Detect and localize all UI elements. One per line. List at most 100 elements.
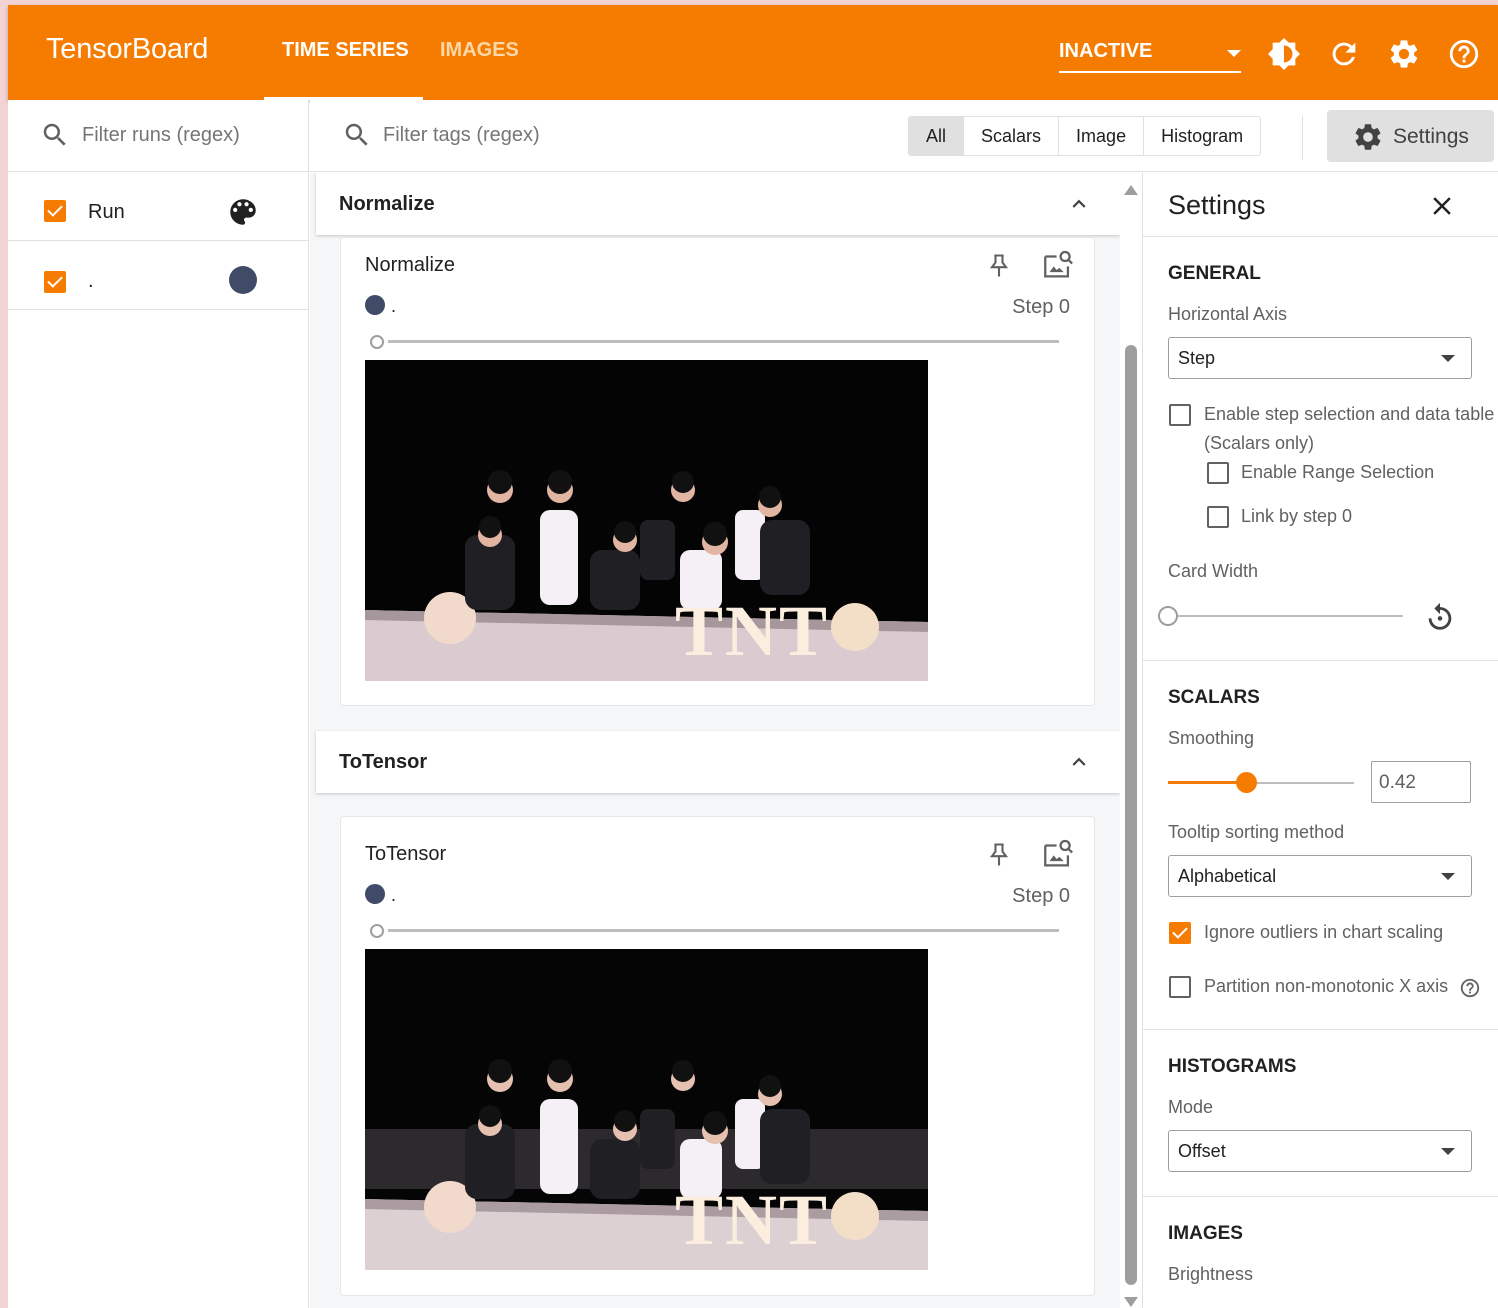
- close-icon[interactable]: [1427, 191, 1457, 221]
- tab-time-series[interactable]: TIME SERIES: [282, 39, 409, 62]
- scroll-down-arrow-icon[interactable]: [1124, 1297, 1138, 1307]
- run-color-dot: [365, 884, 385, 904]
- pin-icon[interactable]: [985, 841, 1013, 869]
- settings-toggle-button[interactable]: Settings: [1327, 110, 1494, 162]
- smoothing-slider-thumb[interactable]: [1236, 772, 1257, 793]
- image-card-totensor: ToTensor . Step 0 TNT: [340, 816, 1095, 1296]
- help-icon[interactable]: [1447, 37, 1481, 71]
- brightness-label: Brightness: [1168, 1264, 1254, 1284]
- histogram-mode-label: Mode: [1168, 1097, 1214, 1117]
- group-header-normalize[interactable]: Normalize: [316, 173, 1120, 235]
- chevron-up-icon[interactable]: [1066, 749, 1092, 775]
- type-filter-histogram[interactable]: Histogram: [1143, 117, 1261, 155]
- refresh-icon[interactable]: [1327, 37, 1361, 71]
- card-title: Normalize: [365, 254, 456, 276]
- tags-filter-input[interactable]: Filter tags (regex): [383, 124, 540, 147]
- divider: [1143, 1029, 1498, 1030]
- link-by-step-label: Link by step 0: [1241, 506, 1353, 526]
- enable-step-selection-checkbox[interactable]: [1169, 404, 1191, 426]
- enable-range-selection-checkbox[interactable]: [1207, 462, 1229, 484]
- step-slider-track[interactable]: [388, 929, 1059, 932]
- runs-panel: Filter runs (regex) Run .: [8, 100, 309, 1308]
- pin-icon[interactable]: [985, 252, 1013, 280]
- run-name: .: [88, 270, 94, 292]
- tags-toolbar: Filter tags (regex) All Scalars Image Hi…: [310, 100, 1498, 172]
- histogram-mode-value: Offset: [1178, 1141, 1226, 1161]
- reset-icon[interactable]: [1423, 600, 1457, 634]
- palette-icon[interactable]: [226, 195, 260, 229]
- step-slider-thumb[interactable]: [370, 924, 384, 938]
- image-fullscreen-icon[interactable]: [1041, 248, 1075, 282]
- image-fullscreen-icon[interactable]: [1041, 837, 1075, 871]
- help-circle-icon[interactable]: [1459, 977, 1481, 999]
- brightness-icon[interactable]: [1267, 37, 1301, 71]
- scrollbar-thumb[interactable]: [1125, 345, 1137, 1285]
- run-color-swatch[interactable]: [229, 266, 257, 294]
- chevron-down-icon: [1441, 355, 1455, 362]
- partition-x-axis-checkbox[interactable]: [1169, 976, 1191, 998]
- chevron-down-icon: [1441, 1148, 1455, 1155]
- type-filter-scalars[interactable]: Scalars: [963, 117, 1059, 155]
- group-photo-image: TNT: [365, 949, 928, 1270]
- type-filter-image[interactable]: Image: [1058, 117, 1144, 155]
- gear-icon: [1355, 124, 1381, 150]
- card-width-slider-thumb[interactable]: [1158, 606, 1178, 626]
- chevron-up-icon[interactable]: [1066, 191, 1092, 217]
- group-title: Normalize: [339, 193, 435, 215]
- enable-step-selection-line2: (Scalars only): [1204, 433, 1315, 453]
- search-icon: [345, 123, 368, 146]
- run-color-dot: [365, 295, 385, 315]
- runs-filter-input[interactable]: Filter runs (regex): [82, 124, 240, 147]
- group-title: ToTensor: [339, 751, 428, 773]
- link-by-step-checkbox[interactable]: [1207, 506, 1229, 528]
- enable-range-selection-label: Enable Range Selection: [1241, 462, 1435, 482]
- tab-images[interactable]: IMAGES: [440, 39, 519, 62]
- select-all-runs-checkbox[interactable]: [44, 200, 66, 222]
- brand-title: TensorBoard: [46, 33, 209, 65]
- step-slider-thumb[interactable]: [370, 335, 384, 349]
- card-width-label: Card Width: [1168, 561, 1259, 581]
- chevron-down-icon: [1227, 50, 1241, 57]
- run-checkbox[interactable]: [44, 271, 66, 293]
- smoothing-label: Smoothing: [1168, 728, 1255, 748]
- horizontal-axis-label: Horizontal Axis: [1168, 304, 1288, 324]
- group-photo-image: TNT: [365, 360, 928, 681]
- main-cards-area: Normalize Normalize . Step 0 TNT ToTenso…: [310, 173, 1120, 1308]
- plugin-type-toggle: All Scalars Image Histogram: [908, 116, 1262, 156]
- runs-filter[interactable]: Filter runs (regex): [8, 100, 308, 172]
- runs-header-row: Run: [8, 173, 308, 241]
- settings-title: Settings: [1168, 190, 1266, 220]
- reload-status-select[interactable]: INACTIVE: [1059, 35, 1241, 73]
- smoothing-slider-track[interactable]: [1246, 782, 1354, 784]
- scroll-up-arrow-icon[interactable]: [1124, 185, 1138, 195]
- window-frame-left: [0, 0, 8, 1308]
- settings-gear-icon[interactable]: [1387, 37, 1421, 71]
- tooltip-sort-select[interactable]: Alphabetical: [1168, 855, 1472, 897]
- images-heading: IMAGES: [1168, 1223, 1243, 1244]
- histograms-heading: HISTOGRAMS: [1168, 1056, 1297, 1077]
- tooltip-sort-value: Alphabetical: [1178, 866, 1277, 886]
- divider: [1143, 236, 1498, 237]
- general-heading: GENERAL: [1168, 263, 1261, 284]
- group-header-totensor[interactable]: ToTensor: [316, 731, 1120, 793]
- horizontal-axis-select[interactable]: Step: [1168, 337, 1472, 379]
- toolbar-divider: [1302, 116, 1303, 160]
- svg-text:TNT: TNT: [675, 591, 829, 671]
- smoothing-value: 0.42: [1379, 772, 1416, 793]
- smoothing-slider-active-track[interactable]: [1168, 781, 1246, 784]
- top-app-bar: TensorBoard TIME SERIES IMAGES INACTIVE: [8, 5, 1498, 100]
- step-slider-track[interactable]: [388, 340, 1059, 343]
- histogram-mode-select[interactable]: Offset: [1168, 1130, 1472, 1172]
- enable-step-selection-line1: Enable step selection and data table: [1204, 404, 1495, 424]
- smoothing-input[interactable]: 0.42: [1371, 761, 1471, 803]
- type-filter-all[interactable]: All: [909, 117, 964, 155]
- card-title: ToTensor: [365, 843, 447, 865]
- divider: [1143, 1196, 1498, 1197]
- reload-status-value: INACTIVE: [1059, 40, 1153, 62]
- main-scrollbar[interactable]: [1120, 173, 1142, 1308]
- step-label: Step 0: [1012, 885, 1070, 907]
- ignore-outliers-checkbox[interactable]: [1169, 922, 1191, 944]
- settings-button-label: Settings: [1393, 125, 1469, 148]
- scalars-heading: SCALARS: [1168, 687, 1260, 708]
- card-width-slider-track[interactable]: [1178, 615, 1403, 617]
